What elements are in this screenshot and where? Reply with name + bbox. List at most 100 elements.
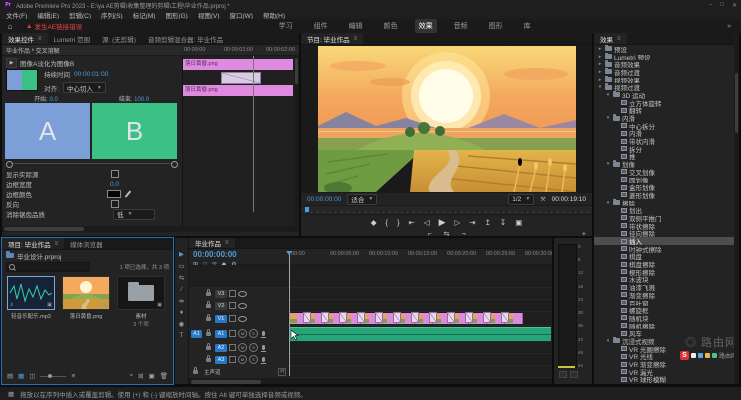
transition-clip[interactable] bbox=[339, 312, 347, 323]
effect-item-棋盘擦除[interactable]: 棋盘擦除 bbox=[594, 260, 739, 268]
effect-item-棋盘[interactable]: 棋盘 bbox=[594, 253, 739, 261]
new-bin-button[interactable]: ⊞ bbox=[138, 372, 143, 380]
effect-item-交叉划像[interactable]: 交叉划像 bbox=[594, 168, 739, 176]
scrollbar[interactable] bbox=[294, 56, 299, 226]
voiceover-mic-icon[interactable] bbox=[262, 331, 265, 336]
pen-tool[interactable]: ♦ bbox=[180, 309, 183, 316]
maximize-button[interactable]: □ bbox=[720, 2, 724, 9]
track-lane-A3[interactable] bbox=[289, 354, 552, 365]
workspace-tab-库[interactable]: 库 bbox=[520, 19, 535, 33]
voiceover-mic-icon[interactable] bbox=[262, 357, 265, 362]
transition-preview-thumbnail[interactable] bbox=[6, 69, 38, 91]
effect-item-菱形划像[interactable]: 菱形划像 bbox=[594, 191, 739, 199]
twirl-icon[interactable]: ▾ bbox=[605, 92, 611, 98]
fit-dropdown[interactable]: 适合 ▼ bbox=[347, 194, 377, 205]
workspace-tab-学习[interactable]: 学习 bbox=[275, 19, 297, 33]
effect-item-VR 渐变擦除[interactable]: VR 渐变擦除 bbox=[594, 360, 739, 368]
track-lane-V3[interactable] bbox=[289, 288, 552, 299]
comparison-view-button[interactable]: ⇆ bbox=[444, 230, 450, 236]
panel-tab[interactable]: 音频剪辑混合器: 毕业作品 bbox=[142, 33, 229, 44]
thumbnail-zoom-slider[interactable] bbox=[40, 376, 66, 377]
effect-item-内滑[interactable]: 内滑 bbox=[594, 130, 739, 138]
twirl-icon[interactable]: ▸ bbox=[597, 46, 603, 52]
track-lane-V2[interactable] bbox=[289, 300, 552, 311]
sync-lock-icon[interactable] bbox=[229, 330, 236, 337]
home-button[interactable]: ⌂ bbox=[0, 22, 20, 31]
track-lane-A2[interactable] bbox=[289, 342, 552, 353]
project-item-落日黄昏.png[interactable]: ▣落日黄昏.png bbox=[61, 276, 111, 334]
sync-lock-icon[interactable] bbox=[229, 315, 236, 322]
menu-标[interactable]: 标记(M) bbox=[133, 10, 156, 20]
effect-item-VR 漏光[interactable]: VR 漏光 bbox=[594, 368, 739, 376]
mute-button[interactable]: M bbox=[238, 343, 247, 352]
mini-timeline-ruler[interactable]: 00:00:00 00:00:01:00 00:00:02:00 bbox=[182, 45, 299, 55]
type-tool[interactable]: T bbox=[180, 332, 184, 339]
menu-序[interactable]: 序列(S) bbox=[101, 10, 123, 20]
panel-menu-icon[interactable]: ≡ bbox=[617, 36, 621, 42]
workspace-overflow-button[interactable]: » bbox=[727, 23, 731, 30]
close-button[interactable]: ✕ bbox=[732, 2, 737, 9]
twirl-icon[interactable]: ▾ bbox=[597, 84, 603, 90]
add-marker-button[interactable]: ◆ bbox=[371, 218, 377, 227]
mark-out-button[interactable]: } bbox=[397, 218, 400, 227]
track-toggle[interactable]: V1 bbox=[215, 315, 227, 323]
effect-item-拆分[interactable]: 拆分 bbox=[594, 145, 739, 153]
effect-item-径向擦除[interactable]: 径向擦除 bbox=[594, 230, 739, 238]
effects-folder-3D 运动[interactable]: ▾3D 运动 bbox=[594, 91, 739, 99]
panel-tab[interactable]: 毕业作品≡ bbox=[189, 238, 235, 248]
project-item-轻音乐配乐.mp3[interactable]: ♪▣轻音乐配乐.mp3 bbox=[6, 276, 56, 334]
razor-tool[interactable]: ∕ bbox=[181, 286, 182, 293]
border-width-value[interactable]: 0.0 bbox=[110, 181, 119, 188]
minimize-button[interactable]: – bbox=[709, 2, 712, 9]
multicam-button[interactable]: ¬ bbox=[461, 231, 465, 237]
effect-item-百叶窗[interactable]: 百叶窗 bbox=[594, 299, 739, 307]
panel-menu-icon[interactable]: ≡ bbox=[38, 36, 42, 42]
track-toggle[interactable]: A2 bbox=[215, 344, 227, 352]
panel-tab[interactable]: 源: (无剪辑) bbox=[96, 33, 142, 44]
step-forward-button[interactable]: ▷ bbox=[455, 218, 461, 227]
border-color-swatch[interactable] bbox=[107, 190, 121, 198]
source-patch[interactable] bbox=[191, 356, 202, 364]
effects-folder-音频过渡[interactable]: ▸音频过渡 bbox=[594, 68, 739, 76]
panel-tab[interactable]: 节目: 毕业作品≡ bbox=[301, 33, 363, 44]
project-item-素材[interactable]: ▣素材3 个项 bbox=[116, 276, 166, 334]
track-output-eye-icon[interactable] bbox=[238, 291, 247, 297]
effect-item-带状内滑[interactable]: 带状内滑 bbox=[594, 137, 739, 145]
transition-clip[interactable] bbox=[375, 312, 383, 323]
transition-clip[interactable] bbox=[303, 312, 311, 323]
scrollbar[interactable] bbox=[189, 378, 552, 384]
effects-folder-划像[interactable]: ▾划像 bbox=[594, 160, 739, 168]
effect-item-时钟式擦除[interactable]: 时钟式擦除 bbox=[594, 245, 739, 253]
voiceover-mic-icon[interactable] bbox=[262, 345, 265, 350]
project-breadcrumb[interactable]: 毕业设计.prproj bbox=[17, 251, 61, 261]
icon-view-button[interactable]: ▦ bbox=[18, 372, 24, 380]
timeline-playhead[interactable] bbox=[289, 251, 290, 376]
export-frame-button[interactable]: ▣ bbox=[515, 218, 522, 227]
transition-clip[interactable] bbox=[483, 312, 491, 323]
twirl-icon[interactable]: ▾ bbox=[605, 115, 611, 121]
effect-item-随机擦除[interactable]: 随机擦除 bbox=[594, 322, 739, 330]
safe-margins-button[interactable]: ⌐ bbox=[427, 231, 431, 237]
sync-lock-icon[interactable] bbox=[229, 302, 236, 309]
menu-剪[interactable]: 剪辑(C) bbox=[69, 10, 91, 20]
reverse-checkbox[interactable] bbox=[111, 200, 119, 208]
menu-图[interactable]: 图形(G) bbox=[165, 10, 187, 20]
timeline-timecode[interactable]: 00:00:00:00 bbox=[193, 250, 237, 259]
effect-item-随机块[interactable]: 随机块 bbox=[594, 314, 739, 322]
ripple-edit-tool[interactable]: ⇆ bbox=[179, 274, 184, 282]
effect-item-圆划像[interactable]: 圆划像 bbox=[594, 176, 739, 184]
panel-menu-icon[interactable]: ≡ bbox=[225, 240, 229, 246]
track-output-eye-icon[interactable] bbox=[238, 316, 247, 322]
track-lock-icon[interactable] bbox=[206, 304, 211, 308]
transition-clip[interactable] bbox=[501, 312, 509, 323]
antialias-quality-dropdown[interactable]: 低 ▼ bbox=[113, 209, 155, 220]
audio-clip[interactable] bbox=[289, 327, 551, 341]
duration-value[interactable]: 00:00:01:00 bbox=[74, 71, 108, 78]
track-lane-V1[interactable] bbox=[289, 312, 552, 325]
track-output-eye-icon[interactable] bbox=[238, 303, 247, 309]
track-lock-icon[interactable] bbox=[206, 332, 211, 336]
twirl-icon[interactable]: ▾ bbox=[605, 161, 611, 167]
transition-clip[interactable] bbox=[411, 312, 419, 323]
extract-button[interactable]: ↧ bbox=[500, 218, 506, 227]
effect-item-风车[interactable]: 风车 bbox=[594, 329, 739, 337]
